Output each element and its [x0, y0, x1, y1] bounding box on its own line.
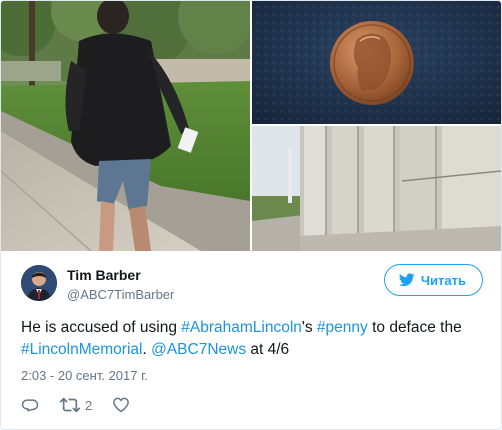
avatar-image [21, 265, 57, 301]
action-bar: 2 [21, 394, 130, 416]
tweet-card: Tim Barber @ABC7TimBarber Читать He is a… [0, 0, 502, 430]
columns-image [252, 126, 501, 251]
author-handle[interactable]: @ABC7TimBarber [67, 287, 174, 302]
lincoln-memorial-columns-photo[interactable] [252, 126, 501, 251]
tweet-header: Tim Barber @ABC7TimBarber Читать [21, 264, 483, 305]
timestamp[interactable]: 2:03 - 20 сент. 2017 г. [21, 368, 148, 383]
penny-photo[interactable] [252, 1, 501, 124]
retweet-button[interactable]: 2 [59, 396, 92, 414]
hashtag-penny[interactable]: #penny [317, 319, 368, 336]
follow-button-label: Читать [420, 272, 466, 288]
reply-icon [21, 396, 39, 414]
man-walking-photo[interactable] [1, 1, 250, 251]
penny-image [252, 1, 501, 124]
follow-button[interactable]: Читать [383, 264, 483, 296]
media-grid [1, 1, 501, 251]
reply-button[interactable] [21, 396, 39, 414]
tweet-text: He is accused of using #AbrahamLincoln's… [21, 317, 483, 361]
tweet-text-segment: 's [301, 319, 317, 336]
hashtag-lincolnmemorial[interactable]: #LincolnMemorial [21, 341, 142, 358]
tweet-text-segment: at 4/6 [246, 341, 290, 358]
avatar[interactable] [21, 265, 57, 301]
man-walking-image [1, 1, 250, 251]
tweet-text-segment: He is accused of using [21, 319, 182, 336]
hashtag-abrahamlincoln[interactable]: #AbrahamLincoln [181, 319, 302, 336]
mention-abc7news[interactable]: @ABC7News [151, 341, 246, 358]
tweet-text-segment: to deface the [367, 319, 462, 336]
like-button[interactable] [112, 396, 130, 414]
author-name[interactable]: Tim Barber [67, 267, 141, 283]
tweet-text-segment: . [142, 341, 152, 358]
retweet-icon [59, 396, 81, 414]
twitter-bird-icon [398, 273, 415, 287]
retweet-count: 2 [85, 397, 93, 413]
heart-icon [112, 396, 130, 414]
